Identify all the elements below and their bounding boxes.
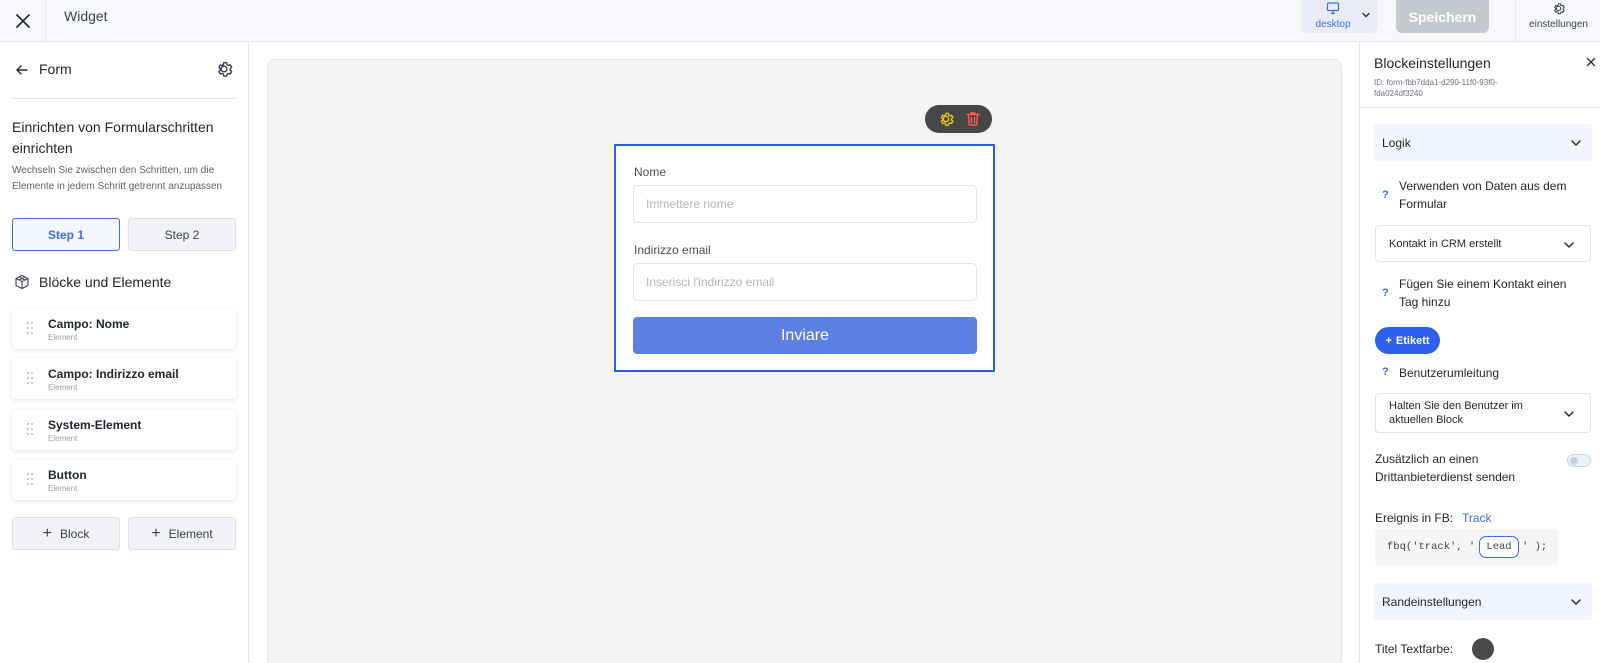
border-settings-label: Randeinstellungen bbox=[1382, 595, 1482, 609]
form-block[interactable]: Nome Indirizzo email Inviare bbox=[614, 144, 995, 372]
drag-handle-icon[interactable] bbox=[26, 321, 34, 335]
window-title: Widget bbox=[64, 8, 108, 24]
chevron-down-icon bbox=[1571, 140, 1581, 147]
chevron-down-icon bbox=[1564, 242, 1574, 249]
use-data-value: Kontakt in CRM erstellt bbox=[1389, 238, 1502, 250]
border-settings-accordion[interactable]: Randeinstellungen bbox=[1374, 583, 1592, 620]
element-type: Element bbox=[48, 333, 78, 342]
email-field-label: Indirizzo email bbox=[634, 243, 711, 257]
element-type: Element bbox=[48, 383, 78, 392]
fb-code-snippet: fbq('track', ' Lead ' ); bbox=[1375, 529, 1558, 565]
drag-handle-icon[interactable] bbox=[26, 472, 34, 486]
logic-label: Logik bbox=[1382, 136, 1411, 150]
gear-icon bbox=[1554, 3, 1565, 15]
third-party-label: Zusätzlich an einen Drittanbieterdienst … bbox=[1375, 452, 1516, 484]
add-block-label: Block bbox=[60, 526, 90, 541]
use-data-label: Verwenden von Daten aus dem Formular bbox=[1399, 179, 1567, 211]
chevron-down-icon bbox=[1362, 12, 1370, 18]
add-element-label: Element bbox=[168, 526, 213, 541]
help-icon[interactable]: ? bbox=[1382, 189, 1389, 201]
monitor-icon bbox=[1326, 2, 1340, 15]
gear-icon[interactable] bbox=[214, 59, 234, 79]
third-party-toggle[interactable] bbox=[1567, 454, 1591, 467]
settings-label: einstellungen bbox=[1529, 19, 1588, 30]
toggle-knob bbox=[1570, 457, 1578, 465]
submit-button[interactable]: Inviare bbox=[633, 317, 977, 354]
close-icon[interactable] bbox=[1586, 57, 1596, 67]
chevron-down-icon bbox=[1571, 599, 1581, 606]
divider bbox=[1360, 107, 1600, 108]
help-icon[interactable]: ? bbox=[1382, 287, 1389, 299]
element-type: Element bbox=[48, 434, 78, 443]
email-input[interactable] bbox=[633, 263, 977, 301]
trash-icon[interactable] bbox=[964, 110, 982, 128]
add-block-button[interactable]: + Block bbox=[12, 517, 120, 550]
add-tag-label: Fügen Sie einem Kontakt einen Tag hinzu bbox=[1399, 277, 1567, 309]
element-card-system[interactable]: System-Element Element bbox=[12, 410, 236, 450]
steps-title: Einrichten von Formularschritten einrich… bbox=[12, 119, 214, 156]
tag-button-label: Etikett bbox=[1395, 334, 1430, 347]
top-bar: Widget desktop Speichern einstellungen bbox=[0, 0, 1600, 42]
code-prefix: fbq('track', ' bbox=[1387, 541, 1476, 553]
drag-handle-icon[interactable] bbox=[26, 371, 34, 385]
step-1-button[interactable]: Step 1 bbox=[12, 218, 120, 251]
element-name: Campo: Nome bbox=[48, 317, 130, 331]
chevron-down-icon bbox=[1564, 411, 1574, 418]
fb-event-link[interactable]: Track bbox=[1462, 511, 1492, 525]
title-color-label: Titel Textfarbe: bbox=[1375, 642, 1454, 656]
fb-event-label: Ereignis in FB: bbox=[1375, 511, 1454, 525]
divider bbox=[12, 98, 236, 99]
steps-description: Wechseln Sie zwischen den Schritten, um … bbox=[12, 165, 223, 192]
logic-accordion[interactable]: Logik bbox=[1374, 124, 1592, 161]
close-icon bbox=[15, 14, 30, 28]
save-button[interactable]: Speichern bbox=[1396, 0, 1489, 33]
settings-button[interactable]: einstellungen bbox=[1515, 0, 1600, 42]
element-card-nome[interactable]: Campo: Nome Element bbox=[12, 309, 236, 349]
left-sidebar: Form Einrichten von Formularschritten ei… bbox=[0, 42, 249, 663]
step-2-button[interactable]: Step 2 bbox=[128, 218, 236, 251]
name-field-label: Nome bbox=[634, 165, 667, 179]
device-label: desktop bbox=[1315, 19, 1351, 30]
redirect-select[interactable]: Halten Sie den Benutzer im aktuellen Blo… bbox=[1375, 393, 1591, 433]
drag-handle-icon[interactable] bbox=[26, 422, 34, 436]
block-toolbar bbox=[925, 105, 992, 133]
element-name: Button bbox=[48, 468, 87, 482]
panel-title: Blockeinstellungen bbox=[1374, 55, 1491, 71]
block-settings-panel: Blockeinstellungen ID: form-fbb7dda1-d29… bbox=[1359, 42, 1600, 663]
arrow-left-icon[interactable] bbox=[14, 62, 30, 78]
fb-event-input[interactable]: Lead bbox=[1479, 536, 1519, 558]
element-type: Element bbox=[48, 484, 78, 493]
plus-icon: + bbox=[42, 524, 52, 542]
use-data-select[interactable]: Kontakt in CRM erstellt bbox=[1375, 225, 1591, 262]
element-card-button[interactable]: Button Element bbox=[12, 460, 236, 500]
close-button[interactable] bbox=[0, 0, 46, 42]
code-suffix: ' ); bbox=[1522, 541, 1548, 553]
plus-icon: + bbox=[151, 524, 161, 542]
element-card-email[interactable]: Campo: Indirizzo email Element bbox=[12, 359, 236, 399]
add-tag-button[interactable]: + Etikett bbox=[1375, 327, 1440, 354]
help-icon[interactable]: ? bbox=[1382, 366, 1389, 378]
block-id: ID: form-fbb7dda1-d290-11f0-93f0-fda024d… bbox=[1374, 78, 1498, 98]
redirect-label: Benutzerumleitung bbox=[1399, 366, 1500, 380]
element-name: System-Element bbox=[48, 418, 142, 432]
device-selector[interactable]: desktop bbox=[1301, 0, 1378, 33]
add-element-button[interactable]: + Element bbox=[128, 517, 236, 550]
plus-icon: + bbox=[1385, 334, 1392, 347]
name-input[interactable] bbox=[633, 185, 977, 223]
title-color-swatch[interactable] bbox=[1472, 638, 1494, 660]
sidebar-title: Form bbox=[39, 61, 72, 77]
redirect-value: Halten Sie den Benutzer im aktuellen Blo… bbox=[1389, 400, 1523, 426]
cube-icon bbox=[15, 274, 29, 290]
blocks-title: Blöcke und Elemente bbox=[39, 274, 172, 290]
gear-icon[interactable] bbox=[937, 110, 955, 128]
element-name: Campo: Indirizzo email bbox=[48, 367, 179, 381]
